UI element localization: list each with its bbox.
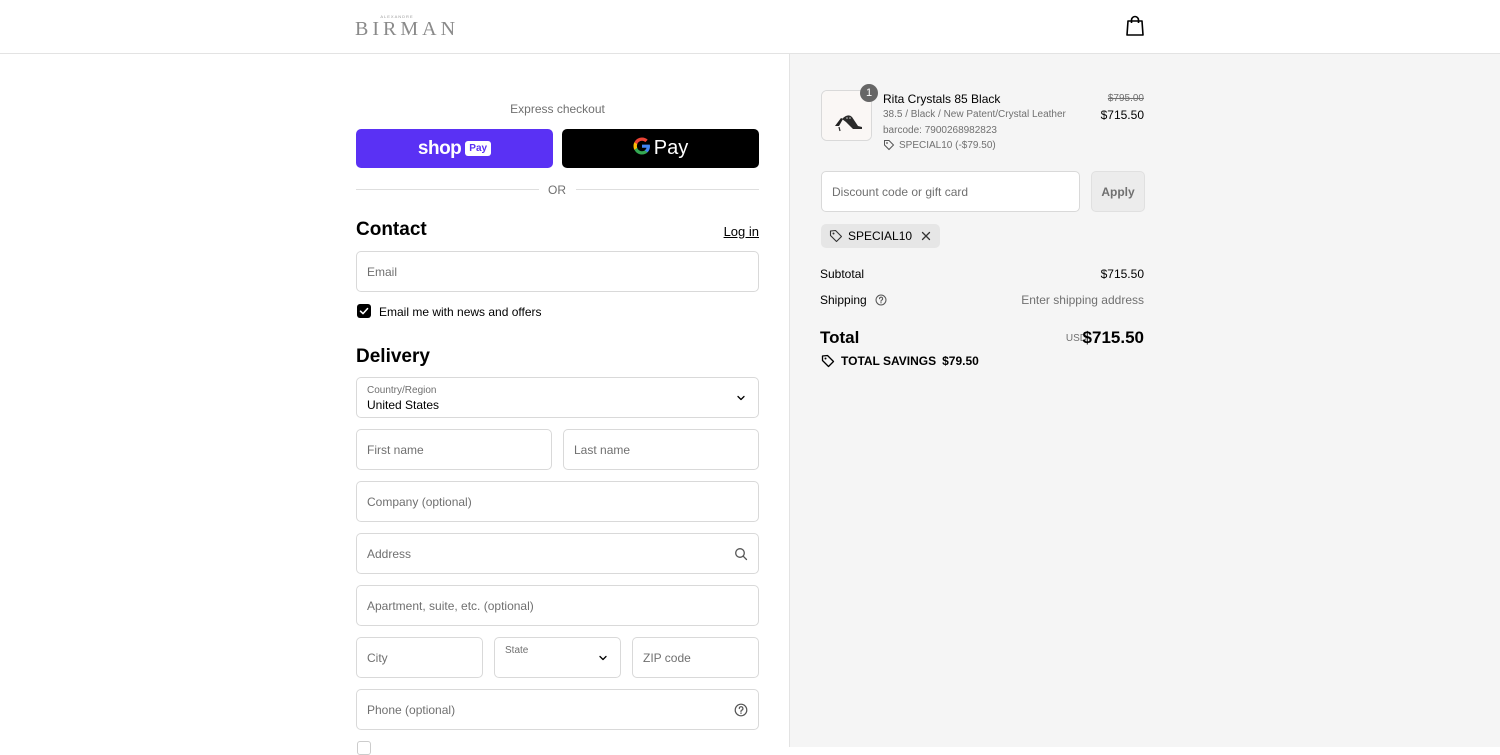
quantity-badge: 1: [860, 84, 878, 102]
first-name-field[interactable]: First name: [356, 429, 552, 470]
divider-left: [356, 189, 539, 190]
company-placeholder: Company (optional): [367, 494, 472, 509]
address-field[interactable]: Address: [356, 533, 759, 574]
header: ALEXANDRE BIRMAN: [0, 0, 1500, 54]
total-savings: TOTAL SAVINGS $79.50: [821, 354, 979, 368]
order-summary-panel: [789, 54, 1500, 747]
tag-icon: [884, 140, 895, 151]
search-icon: [734, 547, 748, 561]
express-checkout-title: Express checkout: [510, 102, 605, 116]
phone-placeholder: Phone (optional): [367, 702, 456, 717]
delivery-title: Delivery: [356, 346, 430, 367]
subtotal-value: $715.50: [1100, 267, 1144, 281]
price-final: $715.50: [1100, 108, 1144, 122]
newsletter-label[interactable]: Email me with news and offers: [379, 305, 542, 319]
google-g-icon: [633, 137, 651, 161]
country-label: Country/Region: [367, 385, 437, 396]
state-label: State: [505, 645, 529, 656]
company-field[interactable]: Company (optional): [356, 481, 759, 522]
last-name-field[interactable]: Last name: [563, 429, 759, 470]
city-field[interactable]: City: [356, 637, 483, 678]
savings-value: $79.50: [942, 354, 979, 368]
apartment-placeholder: Apartment, suite, etc. (optional): [367, 598, 534, 613]
zip-field[interactable]: ZIP code: [632, 637, 759, 678]
email-field[interactable]: Email: [356, 251, 759, 292]
log-in-link[interactable]: Log in: [700, 224, 759, 239]
total-value: $715.50: [1082, 328, 1144, 347]
or-divider-text: OR: [548, 183, 566, 197]
save-info-checkbox[interactable]: [357, 741, 371, 755]
shipping-row: Shipping: [820, 293, 887, 309]
first-name-placeholder: First name: [367, 442, 424, 457]
shop-pay-button[interactable]: shop Pay: [356, 129, 553, 168]
brand-logo[interactable]: ALEXANDRE BIRMAN: [355, 14, 460, 40]
email-placeholder: Email: [367, 264, 398, 279]
shipping-value: Enter shipping address: [1021, 293, 1144, 307]
price-original: $795.00: [1107, 93, 1144, 104]
google-pay-button[interactable]: Pay: [562, 129, 759, 168]
newsletter-checkbox[interactable]: [357, 304, 371, 318]
zip-placeholder: ZIP code: [643, 650, 691, 665]
google-pay-label: Pay: [653, 137, 689, 159]
country-value: United States: [367, 398, 440, 412]
tag-icon: [829, 229, 843, 243]
country-select[interactable]: Country/Region United States: [356, 377, 759, 418]
address-placeholder: Address: [367, 546, 412, 561]
product-discount-text: SPECIAL10 (-$79.50): [899, 139, 996, 151]
divider-right: [576, 189, 759, 190]
logo-text: BIRMAN: [355, 18, 460, 40]
phone-field[interactable]: Phone (optional): [356, 689, 759, 730]
shop-pay-label: shop: [417, 137, 462, 159]
shopping-bag-icon[interactable]: [1125, 15, 1145, 37]
subtotal-label: Subtotal: [820, 267, 865, 281]
last-name-placeholder: Last name: [574, 442, 631, 457]
applied-discount-tag: SPECIAL10: [821, 224, 941, 248]
state-select[interactable]: State: [494, 637, 621, 678]
apartment-field[interactable]: Apartment, suite, etc. (optional): [356, 585, 759, 626]
chevron-down-icon: [734, 391, 748, 405]
checkmark-icon: [359, 307, 369, 315]
tag-icon: [821, 354, 835, 368]
product-name: Rita Crystals 85 Black: [883, 92, 1001, 106]
shop-pay-badge: Pay: [465, 141, 492, 156]
close-icon[interactable]: [920, 230, 932, 242]
apply-discount-button[interactable]: Apply: [1091, 171, 1145, 212]
product-barcode: barcode: 7900268982823: [883, 125, 997, 136]
help-circle-icon[interactable]: [734, 703, 748, 717]
product-variant: 38.5 / Black / New Patent/Crystal Leathe…: [883, 109, 1066, 120]
discount-code-placeholder: Discount code or gift card: [832, 184, 969, 199]
chevron-down-icon: [596, 651, 610, 665]
shipping-label: Shipping: [820, 293, 867, 307]
help-circle-icon[interactable]: [875, 294, 887, 309]
product-discount: SPECIAL10 (-$79.50): [883, 139, 996, 151]
total-label: Total: [820, 328, 860, 347]
contact-title: Contact: [356, 219, 427, 240]
savings-label: TOTAL SAVINGS: [841, 354, 937, 368]
city-placeholder: City: [367, 650, 388, 665]
applied-discount-code: SPECIAL10: [848, 229, 913, 243]
discount-code-field[interactable]: Discount code or gift card: [821, 171, 1080, 212]
